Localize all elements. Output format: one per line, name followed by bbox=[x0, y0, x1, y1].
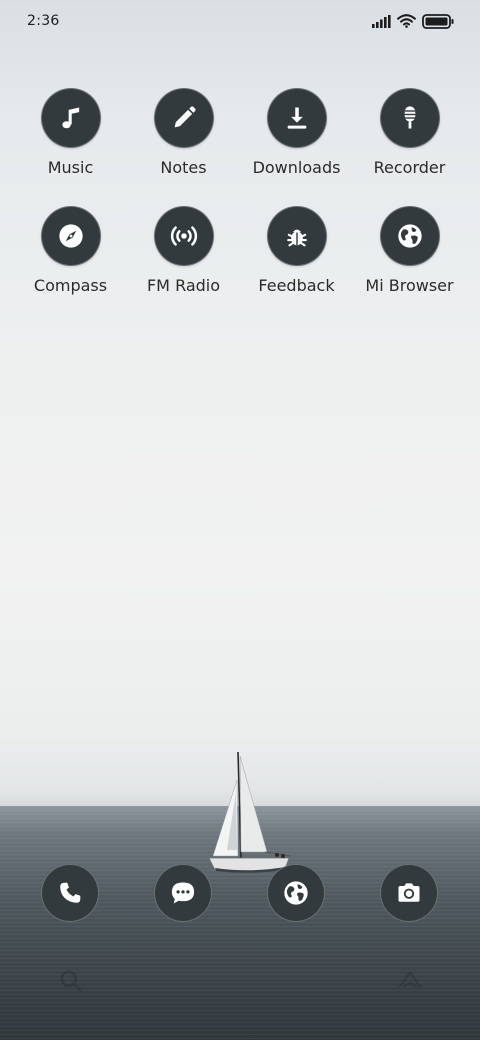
app-feedback[interactable]: Feedback bbox=[240, 206, 353, 295]
battery-icon bbox=[422, 13, 454, 29]
app-icon-bg bbox=[266, 88, 327, 148]
app-music[interactable]: Music bbox=[14, 88, 127, 177]
dock bbox=[0, 864, 480, 924]
app-label: Compass bbox=[33, 276, 108, 295]
app-icon-bg bbox=[153, 206, 214, 266]
app-grid: Music Notes Downloads Recorder Compass F… bbox=[14, 88, 466, 295]
status-icons bbox=[372, 13, 454, 29]
signal-icon bbox=[372, 14, 391, 28]
app-icon-bg bbox=[266, 206, 327, 266]
search-icon[interactable] bbox=[58, 968, 84, 994]
radio-broadcast-icon bbox=[170, 226, 197, 246]
sailboat-image bbox=[208, 752, 292, 873]
app-icon-bg bbox=[153, 88, 214, 148]
download-icon bbox=[287, 107, 306, 129]
dock-messages-button[interactable] bbox=[154, 864, 212, 922]
status-time: 2:36 bbox=[27, 13, 60, 29]
globe-icon bbox=[284, 881, 308, 905]
compass-icon bbox=[58, 224, 83, 248]
app-notes[interactable]: Notes bbox=[127, 88, 240, 177]
dock-camera-button[interactable] bbox=[380, 864, 438, 922]
app-label: Notes bbox=[160, 158, 207, 177]
app-label: Downloads bbox=[252, 158, 341, 177]
app-icon-bg bbox=[379, 206, 440, 266]
phone-icon bbox=[60, 882, 81, 903]
status-bar: 2:36 bbox=[0, 0, 480, 42]
pencil-icon bbox=[174, 106, 196, 128]
app-label: Feedback bbox=[258, 276, 335, 295]
app-icon-bg bbox=[379, 88, 440, 148]
app-icon-bg bbox=[40, 206, 101, 266]
assistant-icon[interactable] bbox=[396, 968, 424, 994]
globe-icon bbox=[397, 224, 422, 248]
app-label: Mi Browser bbox=[365, 276, 454, 295]
app-fm-radio[interactable]: FM Radio bbox=[127, 206, 240, 295]
message-icon bbox=[171, 882, 195, 904]
music-note-icon bbox=[61, 107, 79, 129]
app-label: Recorder bbox=[373, 158, 446, 177]
app-mi-browser[interactable]: Mi Browser bbox=[353, 206, 466, 295]
app-icon-bg bbox=[40, 88, 101, 148]
dock-phone-button[interactable] bbox=[41, 864, 99, 922]
app-recorder[interactable]: Recorder bbox=[353, 88, 466, 177]
wifi-icon bbox=[397, 14, 416, 28]
app-label: FM Radio bbox=[146, 276, 221, 295]
app-label: Music bbox=[47, 158, 94, 177]
bug-icon bbox=[286, 229, 307, 247]
app-compass[interactable]: Compass bbox=[14, 206, 127, 295]
app-downloads[interactable]: Downloads bbox=[240, 88, 353, 177]
dock-browser-button[interactable] bbox=[267, 864, 325, 922]
microphone-icon bbox=[404, 106, 415, 129]
camera-icon bbox=[398, 883, 420, 902]
